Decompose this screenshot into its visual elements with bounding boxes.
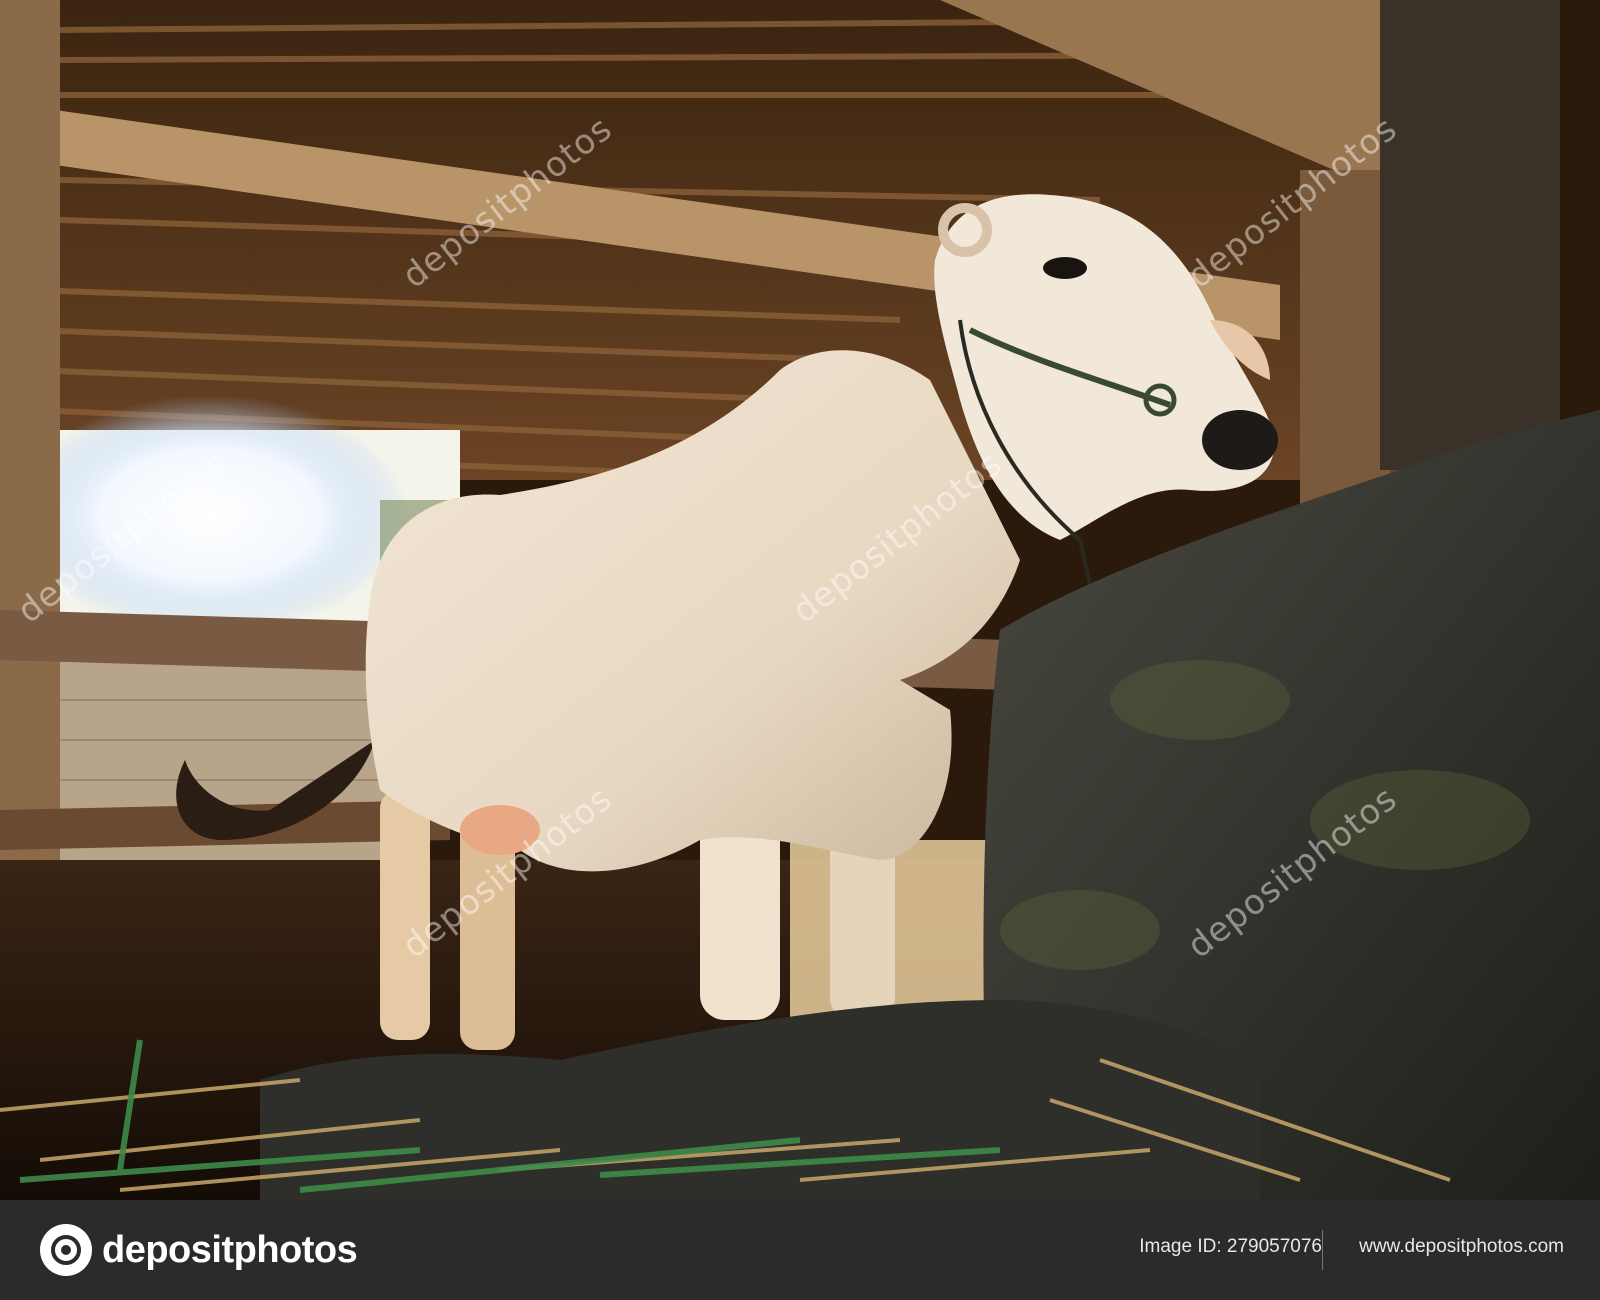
cow-udder [460,805,540,855]
image-id-value: 279057076 [1226,1236,1322,1257]
camera-aperture-icon [40,1224,92,1276]
image-id: Image ID: 279057076 [1139,1236,1322,1258]
cow-nose [1202,410,1278,470]
cow-eye [1043,257,1087,279]
watermark-footer: depositphotos Image ID: 279057076 www.de… [0,1200,1600,1300]
cow-hind-leg-left [380,790,430,1040]
cow-photo: depositphotos depositphotos depositphoto… [0,0,1600,1200]
sunlight-glow [10,395,410,635]
cow-photo-illustration [0,0,1600,1200]
depositphotos-logo[interactable]: depositphotos [40,1222,358,1278]
image-id-label: Image ID: [1139,1236,1222,1257]
logo-text: depositphotos [102,1228,358,1271]
stock-photo-page: depositphotos depositphotos depositphoto… [0,0,1600,1300]
site-url-link[interactable]: www.depositphotos.com [1359,1236,1564,1258]
stone-pillar [1380,0,1560,470]
footer-divider [1322,1230,1323,1270]
